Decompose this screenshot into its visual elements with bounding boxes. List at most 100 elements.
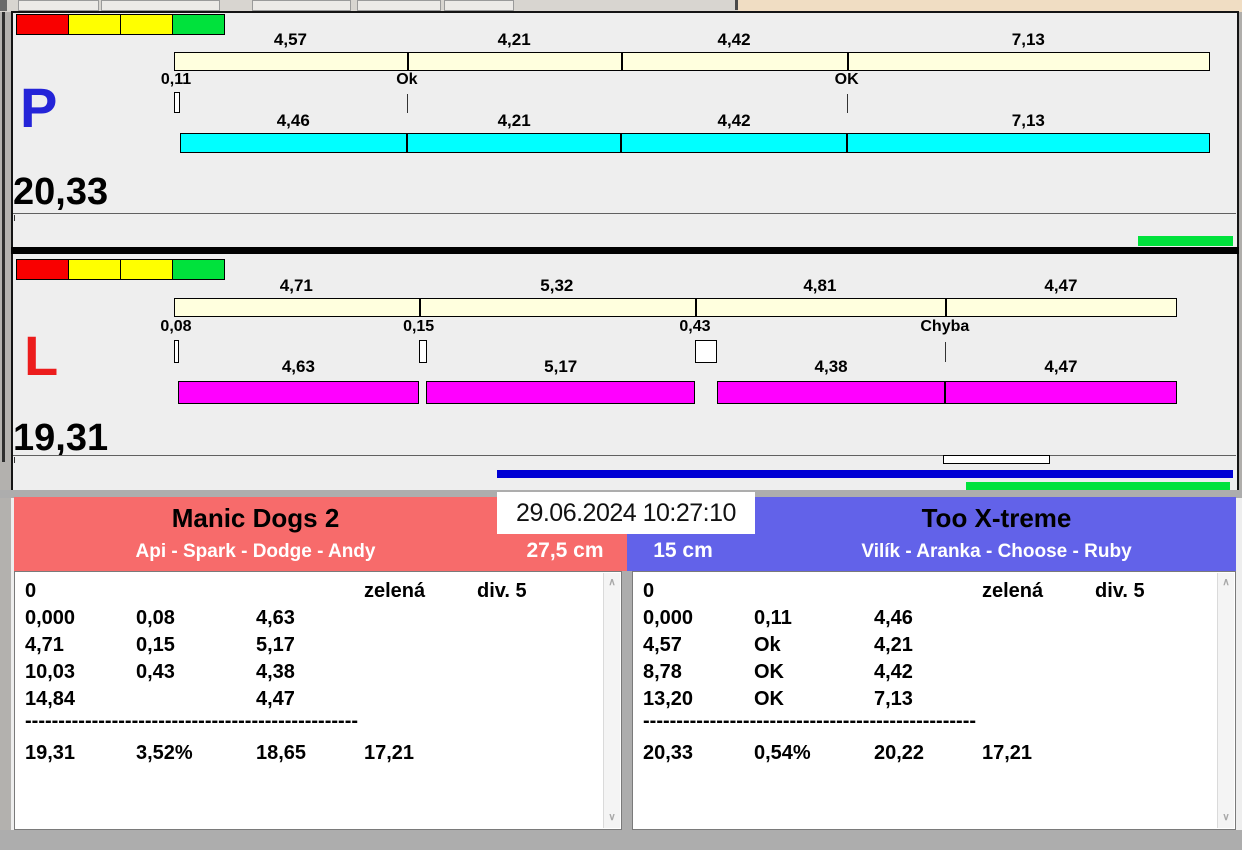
split-segment-label: 7,13 — [1011, 30, 1045, 49]
status-light — [120, 259, 173, 280]
marker-label: 0,11 — [160, 71, 192, 88]
table-cell: div. 5 — [1095, 580, 1145, 602]
table-cell: 4,57 — [643, 634, 682, 656]
table-cell: 0 — [643, 580, 655, 602]
run-segment-label: 4,42 — [717, 111, 751, 130]
run-bar-segment — [846, 133, 1210, 153]
table-divider-row: ----------------------------------------… — [643, 710, 977, 732]
run-bar-segment — [426, 381, 695, 404]
marker-label: 0,08 — [160, 318, 192, 335]
table-cell: zelená — [982, 580, 1044, 602]
scroll-down-icon[interactable]: ∨ — [1218, 810, 1234, 826]
results-list-right[interactable]: 0 zelená div. 5 0,000 0,11 4,46 4,57 Ok 4,21 8,78… — [632, 571, 1236, 830]
corner-glyph — [0, 0, 7, 11]
table-cell: 8,78 — [643, 661, 682, 683]
lane-separator — [11, 247, 1239, 254]
status-light — [68, 14, 121, 35]
run-segment-label: 4,21 — [497, 111, 531, 130]
split-bar-divider — [846, 53, 849, 70]
split-segment-label: 5,32 — [540, 276, 574, 295]
run-segment-label: 5,17 — [544, 357, 578, 376]
changeover-tick-marker — [944, 342, 946, 362]
table-cell: 0 — [25, 580, 37, 602]
table-cell: div. 5 — [477, 580, 527, 602]
run-bar-segment — [621, 133, 847, 153]
changeover-tick-marker — [846, 94, 848, 113]
run-segment-label: 4,38 — [814, 357, 848, 376]
table-cell: 4,71 — [25, 634, 64, 656]
lane-letter-p: P — [20, 76, 58, 139]
table-cell: Ok — [754, 634, 781, 656]
status-light — [172, 259, 225, 280]
scroll-down-icon[interactable]: ∨ — [604, 810, 620, 826]
run-segment-label: 4,63 — [281, 357, 315, 376]
split-bar-divider — [621, 53, 624, 70]
progress-green-bar-p — [1138, 236, 1233, 246]
table-total-cell: 19,31 — [25, 742, 76, 764]
table-total-cell: 17,21 — [982, 742, 1033, 764]
split-bar-divider — [418, 299, 421, 316]
table-cell: zelená — [364, 580, 426, 602]
table-cell: 4,42 — [874, 661, 913, 683]
application-window: P 20,33 4,57 4,21 4,42 7,13 0,11 Ok OK 4,46 4,21… — [0, 0, 1242, 850]
split-segment-label: 4,47 — [1044, 276, 1078, 295]
progress-blue-bar — [497, 470, 1233, 478]
table-total-cell: 0,54% — [754, 742, 811, 764]
team-name: Manic Dogs 2 — [171, 503, 340, 533]
table-total-cell: 3,52% — [136, 742, 193, 764]
divider-rule — [13, 455, 1236, 456]
background-strip-segment — [357, 0, 441, 11]
scrollbar[interactable]: ∧ ∨ — [603, 573, 620, 828]
status-bar — [0, 830, 1242, 850]
marker-label: Chyba — [920, 318, 970, 335]
table-total-cell: 18,65 — [256, 742, 307, 764]
table-cell: 10,03 — [25, 661, 76, 683]
status-light — [16, 14, 69, 35]
table-cell: 4,38 — [256, 661, 295, 683]
table-total-cell: 17,21 — [364, 742, 415, 764]
table-cell: 4,63 — [256, 607, 295, 629]
split-bar-divider — [406, 53, 409, 70]
scrollbar[interactable]: ∧ ∨ — [1217, 573, 1234, 828]
indicator-box — [943, 455, 1050, 464]
status-light — [68, 259, 121, 280]
results-list-left[interactable]: 0 zelená div. 5 0,000 0,08 4,63 4,71 0,15 5,17 10… — [14, 571, 622, 830]
run-bar-segment — [178, 381, 419, 404]
split-segment-label: 4,57 — [273, 30, 307, 49]
table-total-cell: 20,33 — [643, 742, 694, 764]
table-cell: 0,11 — [754, 607, 792, 629]
timestamp-box: 29.06.2024 10:27:10 — [497, 492, 755, 534]
reaction-box-marker — [174, 92, 180, 113]
scroll-up-icon[interactable]: ∧ — [604, 575, 620, 591]
table-cell: 0,000 — [643, 607, 694, 629]
run-bar-segment — [944, 381, 1177, 404]
background-strip-segment — [252, 0, 351, 11]
marker-label: 0,15 — [403, 318, 435, 335]
jump-height-badge: 27,5 cm — [526, 539, 604, 562]
run-bar-segment — [717, 381, 945, 404]
panel-gap — [622, 571, 632, 830]
team-dog-list: Api - Spark - Dodge - Andy — [135, 541, 376, 562]
table-cell: 13,20 — [643, 688, 694, 710]
cursor-mark — [735, 0, 738, 10]
reaction-box-marker — [694, 340, 717, 363]
split-bar — [174, 52, 1210, 71]
marker-label: 0,43 — [679, 318, 711, 335]
split-bar-divider — [694, 299, 697, 316]
run-bar-segment — [179, 133, 407, 153]
progress-green-bar-l — [966, 482, 1230, 490]
table-cell: 0,08 — [136, 607, 175, 629]
split-bar-divider — [944, 299, 947, 316]
scroll-up-icon[interactable]: ∧ — [1218, 575, 1234, 591]
table-cell: 0,000 — [25, 607, 76, 629]
status-light — [16, 259, 69, 280]
table-divider-row: ----------------------------------------… — [25, 710, 359, 732]
team-dog-list: Vilík - Aranka - Choose - Ruby — [861, 541, 1132, 562]
table-cell: OK — [754, 688, 784, 710]
split-segment-label: 4,42 — [717, 30, 751, 49]
status-light — [172, 14, 225, 35]
reaction-box-marker — [418, 340, 427, 363]
table-cell: 5,17 — [256, 634, 295, 656]
run-segment-label: 7,13 — [1011, 111, 1045, 130]
split-bar — [174, 298, 1177, 317]
